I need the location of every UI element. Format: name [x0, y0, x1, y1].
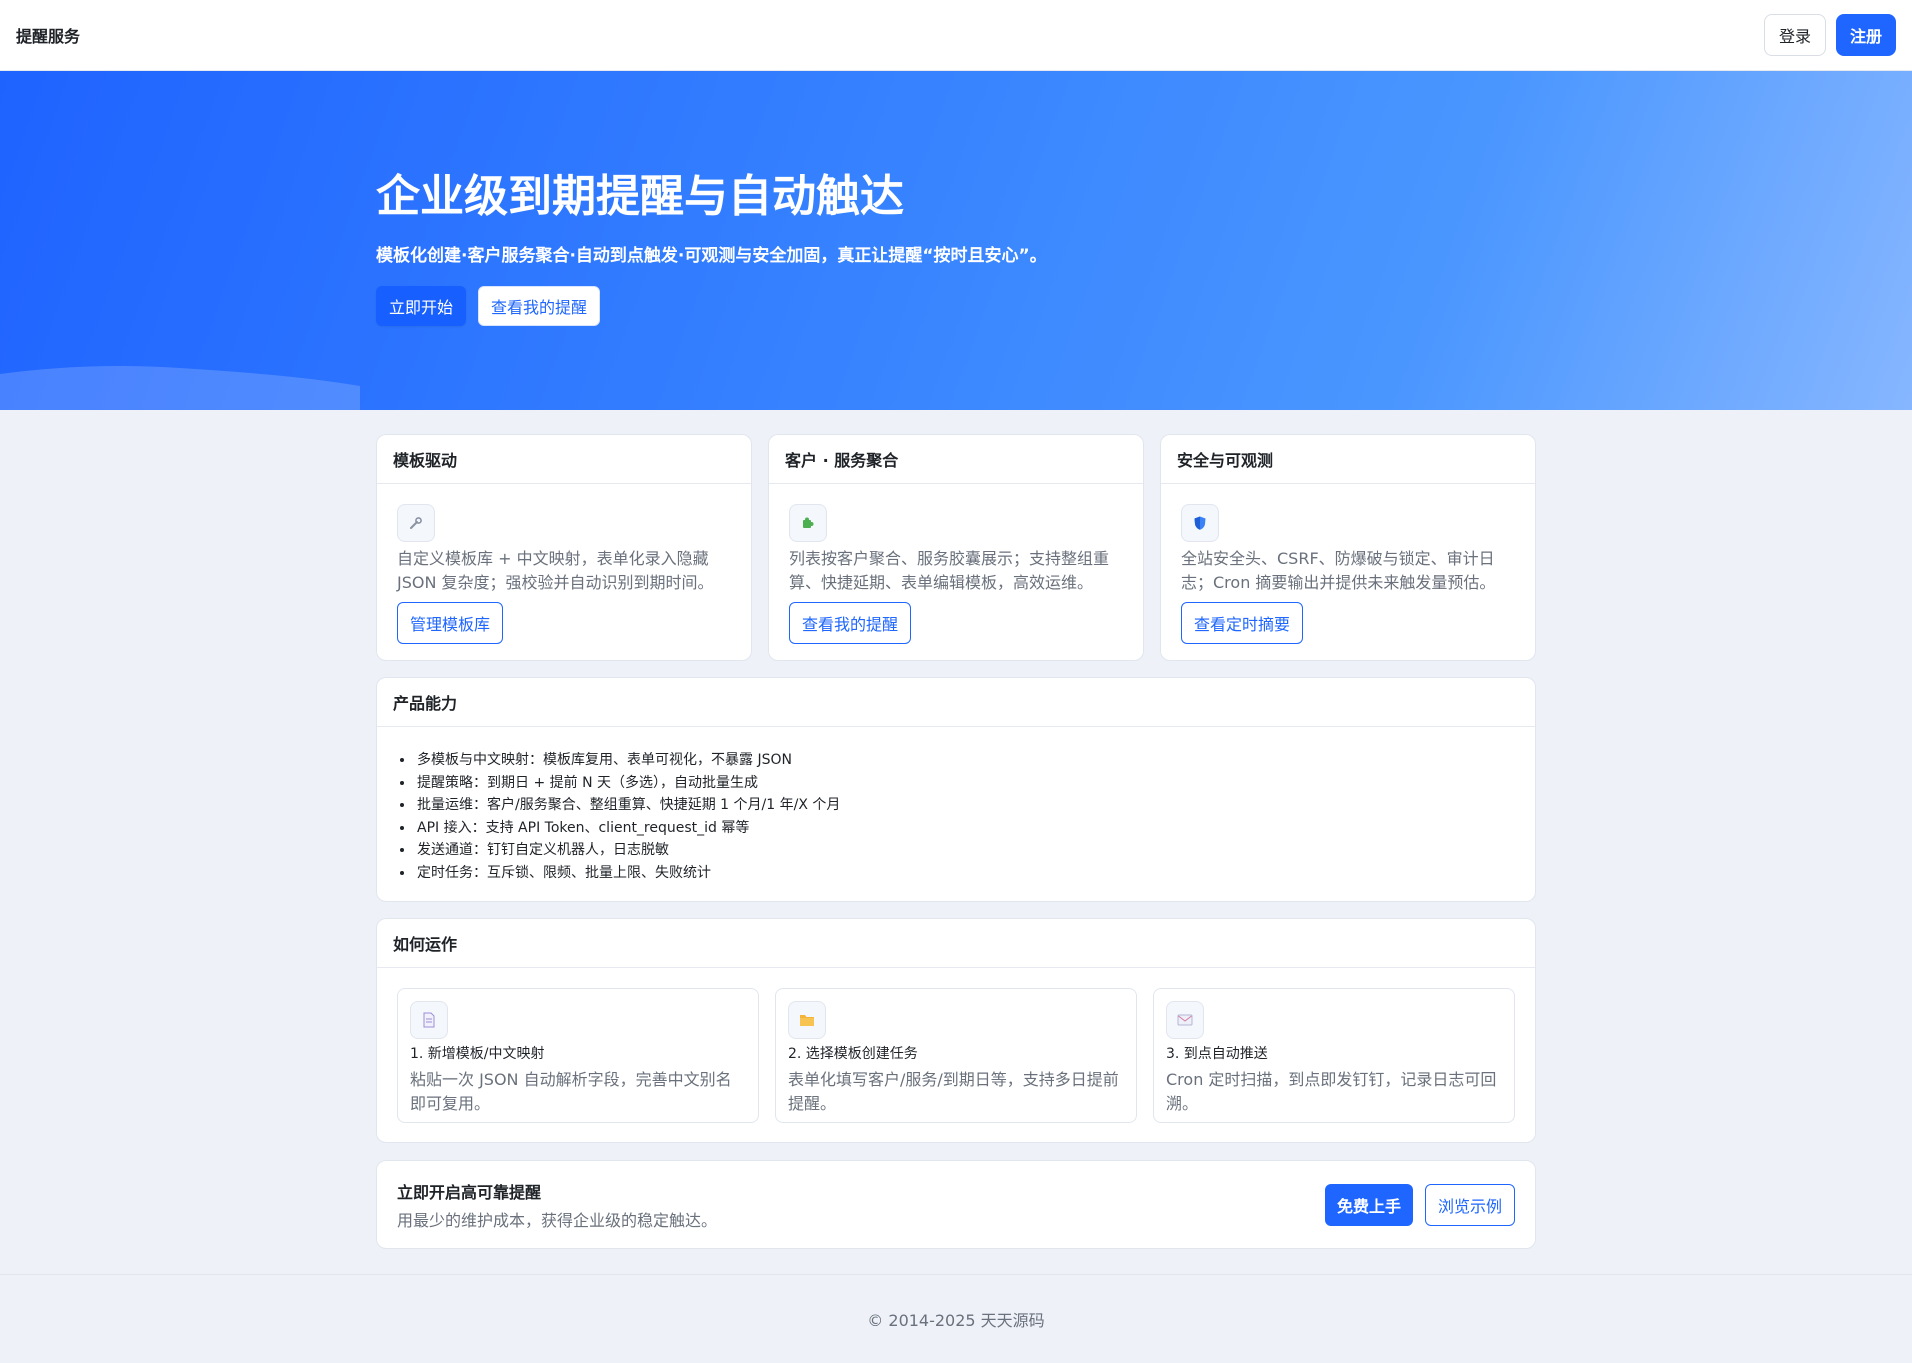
- start-now-button[interactable]: 立即开始: [376, 286, 467, 327]
- manage-templates-button[interactable]: 管理模板库: [397, 602, 504, 644]
- cta-actions: 免费上手 浏览示例: [1324, 1183, 1515, 1226]
- footer: © 2014-2025 天天源码: [0, 1274, 1912, 1363]
- step-title: 1. 新增模板/中文映射: [410, 1046, 545, 1062]
- feature-card-template: 模板驱动 自定义模板库 + 中文映射，表单化录入隐藏 JSON 复杂度；强校验并…: [376, 434, 752, 661]
- hero-title: 企业级到期提醒与自动触达: [376, 171, 904, 222]
- feature-card-title: 模板驱动: [377, 435, 751, 484]
- auth-actions: 登录 注册: [1763, 14, 1896, 56]
- list-item: 定时任务：互斥锁、限频、批量上限、失败统计: [415, 862, 1515, 885]
- step-card: 1. 新增模板/中文映射 粘贴一次 JSON 自动解析字段，完善中文别名即可复用…: [397, 988, 759, 1123]
- hero-subtitle: 模板化创建·客户服务聚合·自动到点触发·可观测与安全加固，真正让提醒“按时且安心…: [376, 246, 1047, 267]
- hero-wave-decoration: [0, 366, 360, 410]
- login-button[interactable]: 登录: [1763, 14, 1826, 56]
- document-icon: [410, 1001, 448, 1039]
- register-button[interactable]: 注册: [1835, 14, 1896, 56]
- feature-card-description: 全站安全头、CSRF、防爆破与锁定、审计日志；Cron 摘要输出并提供未来触发量…: [1181, 549, 1496, 592]
- capabilities-title: 产品能力: [377, 678, 1535, 727]
- free-start-button[interactable]: 免费上手: [1324, 1183, 1413, 1226]
- hero-content: 企业级到期提醒与自动触达 模板化创建·客户服务聚合·自动到点触发·可观测与安全加…: [376, 171, 1047, 327]
- view-cron-summary-button[interactable]: 查看定时摘要: [1181, 602, 1304, 644]
- feature-card-aggregation: 客户 · 服务聚合 列表按客户聚合、服务胶囊展示；支持整组重算、快捷延期、表单编…: [768, 434, 1144, 661]
- shield-icon: [1181, 504, 1219, 542]
- puzzle-icon: [789, 504, 827, 542]
- hero-actions: 立即开始 查看我的提醒: [376, 286, 1047, 327]
- list-item: 批量运维：客户/服务聚合、整组重算、快捷延期 1 个月/1 年/X 个月: [415, 794, 1515, 817]
- brand-logo[interactable]: 提醒服务: [16, 23, 80, 47]
- feature-card-security: 安全与可观测 全站安全头、CSRF、防爆破与锁定、审计日志；Cron 摘要输出并…: [1160, 434, 1536, 661]
- feature-card-description: 自定义模板库 + 中文映射，表单化录入隐藏 JSON 复杂度；强校验并自动识别到…: [397, 549, 714, 592]
- wrench-icon: [397, 504, 435, 542]
- feature-card-title: 客户 · 服务聚合: [769, 435, 1143, 484]
- list-item: API 接入：支持 API Token、client_request_id 幂等: [415, 817, 1515, 840]
- folder-icon: [788, 1001, 826, 1039]
- envelope-icon: [1166, 1001, 1204, 1039]
- step-description: 粘贴一次 JSON 自动解析字段，完善中文别名即可复用。: [410, 1070, 732, 1113]
- feature-card-title: 安全与可观测: [1161, 435, 1535, 484]
- step-card: 2. 选择模板创建任务 表单化填写客户/服务/到期日等，支持多日提前提醒。: [775, 988, 1137, 1123]
- view-my-reminders-card-button[interactable]: 查看我的提醒: [789, 602, 912, 644]
- list-item: 提醒策略：到期日 + 提前 N 天（多选），自动批量生成: [415, 772, 1515, 795]
- footer-copyright: © 2014-2025 天天源码: [867, 1311, 1045, 1330]
- step-title: 2. 选择模板创建任务: [788, 1046, 918, 1062]
- browse-examples-button[interactable]: 浏览示例: [1424, 1183, 1515, 1226]
- list-item: 发送通道：钉钉自定义机器人，日志脱敏: [415, 839, 1515, 862]
- cta-title: 立即开启高可靠提醒: [397, 1182, 542, 1202]
- capabilities-card: 产品能力 多模板与中文映射：模板库复用、表单可视化，不暴露 JSON 提醒策略：…: [376, 677, 1536, 902]
- cta-subtitle: 用最少的维护成本，获得企业级的稳定触达。: [397, 1210, 718, 1230]
- how-it-works-title: 如何运作: [377, 919, 1535, 968]
- top-navbar: 提醒服务 登录 注册: [0, 0, 1912, 71]
- step-description: Cron 定时扫描，到点即发钉钉，记录日志可回溯。: [1166, 1070, 1497, 1113]
- capabilities-list: 多模板与中文映射：模板库复用、表单可视化，不暴露 JSON 提醒策略：到期日 +…: [377, 727, 1535, 884]
- feature-card-description: 列表按客户聚合、服务胶囊展示；支持整组重算、快捷延期、表单编辑模板，高效运维。: [789, 549, 1110, 592]
- cta-text: 立即开启高可靠提醒 用最少的维护成本，获得企业级的稳定触达。: [397, 1179, 717, 1231]
- step-title: 3. 到点自动推送: [1166, 1046, 1268, 1062]
- view-my-reminders-button[interactable]: 查看我的提醒: [478, 286, 601, 327]
- hero-banner: 企业级到期提醒与自动触达 模板化创建·客户服务聚合·自动到点触发·可观测与安全加…: [0, 71, 1912, 410]
- step-description: 表单化填写客户/服务/到期日等，支持多日提前提醒。: [788, 1070, 1119, 1113]
- list-item: 多模板与中文映射：模板库复用、表单可视化，不暴露 JSON: [415, 749, 1515, 772]
- cta-card: 立即开启高可靠提醒 用最少的维护成本，获得企业级的稳定触达。 免费上手 浏览示例: [376, 1160, 1536, 1249]
- how-it-works-card: 如何运作 1. 新增模板/中文映射 粘贴一次 JSON 自动解析字段，完善中文别…: [376, 918, 1536, 1143]
- step-card: 3. 到点自动推送 Cron 定时扫描，到点即发钉钉，记录日志可回溯。: [1153, 988, 1515, 1123]
